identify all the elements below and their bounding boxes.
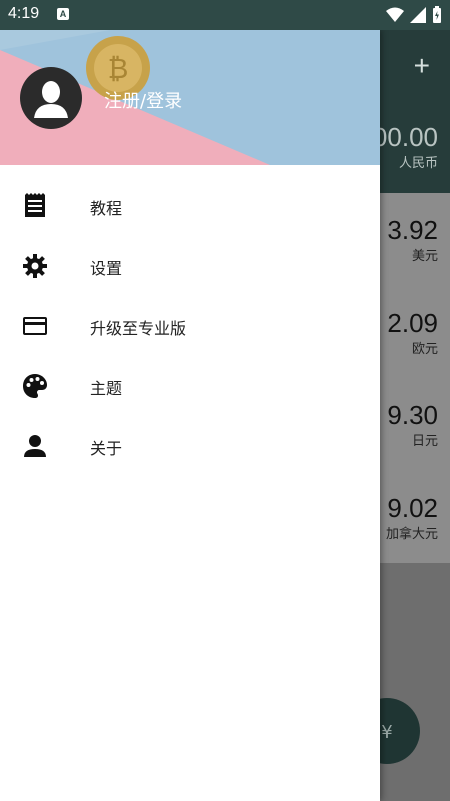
bg-row-cad: 9.02 加拿大元 [385, 493, 438, 541]
status-icons [386, 6, 442, 24]
menu-label-settings: 设置 [90, 259, 123, 278]
status-bar: 4:19 A [0, 0, 450, 30]
navigation-drawer: ₿ 注册/登录 教程 设置 升级至专业版 主题 关于 [0, 30, 380, 801]
menu-label-upgrade-pro: 升级至专业版 [90, 319, 187, 338]
menu-item-theme[interactable]: 主题 [0, 355, 380, 415]
login-register-link[interactable]: 注册/登录 [104, 87, 182, 113]
wifi-icon [386, 7, 404, 22]
receipt-icon [25, 193, 45, 217]
bg-row-jpy: 9.30 日元 [387, 400, 438, 448]
person-avatar-icon [34, 81, 68, 118]
notification-icon: A [57, 8, 69, 20]
menu-label-tutorial: 教程 [90, 199, 123, 218]
palette-icon [23, 374, 47, 398]
menu-item-tutorial[interactable]: 教程 [0, 175, 380, 235]
status-time: 4:19 [8, 5, 40, 22]
person-icon [24, 435, 46, 457]
menu-label-about: 关于 [90, 439, 123, 458]
credit-card-icon [23, 317, 47, 335]
menu-item-settings[interactable]: 设置 [0, 235, 380, 295]
drawer-menu: 教程 设置 升级至专业版 主题 关于 [0, 175, 380, 475]
bg-row-eur: 2.09 欧元 [387, 308, 438, 356]
bg-base-amount: 00.00 人民币 [372, 122, 438, 170]
signal-icon [410, 7, 426, 23]
menu-item-about[interactable]: 关于 [0, 415, 380, 475]
menu-item-upgrade-pro[interactable]: 升级至专业版 [0, 295, 380, 355]
drawer-header[interactable]: ₿ 注册/登录 [0, 30, 380, 165]
svg-text:₿: ₿ [108, 52, 129, 85]
menu-label-theme: 主题 [90, 379, 123, 398]
add-currency-icon: + [413, 50, 430, 81]
user-avatar[interactable] [20, 67, 82, 129]
gear-icon [23, 254, 47, 278]
bg-row-usd: 3.92 美元 [387, 215, 438, 263]
battery-icon [433, 6, 441, 23]
